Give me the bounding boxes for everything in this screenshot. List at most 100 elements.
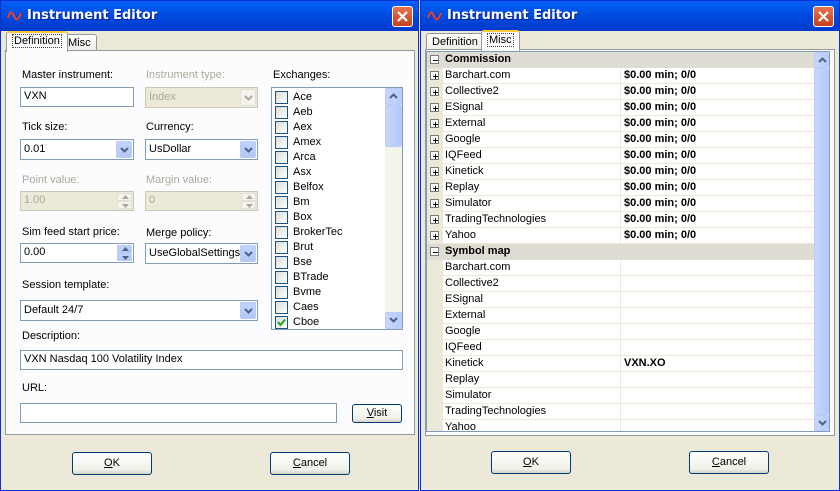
description-input[interactable]: VXN Nasdaq 100 Volatility Index [20, 350, 403, 370]
exchange-checkbox[interactable] [275, 271, 288, 284]
exchange-checkbox[interactable] [275, 316, 288, 329]
property-row[interactable]: IQFeed $0.00 min; 0/0 [427, 148, 814, 164]
point-value-spinner[interactable]: 1.00 [20, 191, 134, 211]
instrument-type-select[interactable]: Index [145, 87, 258, 108]
property-row[interactable]: TradingTechnologies $0.00 min; 0/0 [427, 212, 814, 228]
margin-value-spinner[interactable]: 0 [145, 191, 258, 211]
property-value[interactable]: $0.00 min; 0/0 [624, 101, 696, 113]
property-row[interactable]: ESignal [427, 292, 814, 308]
exchange-checkbox[interactable] [275, 151, 288, 164]
property-row[interactable]: Yahoo [427, 420, 814, 431]
close-button[interactable] [813, 6, 834, 27]
app-wave-icon [427, 11, 442, 21]
exchange-checkbox[interactable] [275, 181, 288, 194]
scroll-thumb[interactable] [814, 68, 829, 415]
property-row[interactable]: Google [427, 324, 814, 340]
expand-plus-icon [433, 186, 438, 191]
cancel-button[interactable]: Cancel [270, 452, 350, 475]
exchange-checkbox[interactable] [275, 301, 288, 314]
property-row[interactable]: External [427, 308, 814, 324]
property-value[interactable]: $0.00 min; 0/0 [624, 69, 696, 81]
master-instrument-input[interactable]: VXN [20, 87, 134, 107]
exchange-checkbox[interactable] [275, 241, 288, 254]
property-value[interactable]: VXN.XO [624, 357, 666, 369]
property-row[interactable]: Replay [427, 372, 814, 388]
tick-size-select[interactable]: 0.01 [20, 139, 134, 160]
exchange-checkbox[interactable] [275, 166, 288, 179]
expand-toggle[interactable] [430, 119, 439, 128]
property-row[interactable]: Simulator $0.00 min; 0/0 [427, 196, 814, 212]
cancel-button[interactable]: Cancel [689, 451, 769, 474]
exchange-checkbox[interactable] [275, 211, 288, 224]
title-bar[interactable]: Instrument Editor [1, 1, 418, 31]
expand-toggle[interactable] [430, 183, 439, 192]
property-row[interactable]: IQFeed [427, 340, 814, 356]
property-row[interactable]: External $0.00 min; 0/0 [427, 116, 814, 132]
category-header[interactable]: Commission [427, 52, 814, 68]
exchange-checkbox[interactable] [275, 121, 288, 134]
property-row[interactable]: Google $0.00 min; 0/0 [427, 132, 814, 148]
ok-button[interactable]: OK [491, 451, 571, 474]
scroll-down-button[interactable] [385, 312, 402, 329]
property-grid[interactable]: Commission Barchart.com $0.00 min; 0/0 Coll… [426, 51, 830, 432]
expand-toggle[interactable] [430, 87, 439, 96]
exchanges-list[interactable]: Ace Aeb Aex Amex Arca Asx Belfox Bm Box BrokerTec… [271, 87, 403, 330]
property-value[interactable]: $0.00 min; 0/0 [624, 149, 696, 161]
scroll-up-button[interactable] [814, 52, 829, 68]
property-value[interactable]: $0.00 min; 0/0 [624, 229, 696, 241]
close-button[interactable] [392, 6, 413, 27]
point-value-label: Point value: [22, 174, 80, 186]
exchange-checkbox[interactable] [275, 256, 288, 269]
session-template-select[interactable]: Default 24/7 [20, 300, 258, 321]
property-row[interactable]: Kinetick VXN.XO [427, 356, 814, 372]
collapse-toggle[interactable] [430, 55, 439, 64]
property-row[interactable]: ESignal $0.00 min; 0/0 [427, 100, 814, 116]
exchange-checkbox[interactable] [275, 91, 288, 104]
currency-select[interactable]: UsDollar [145, 139, 258, 160]
tab-definition[interactable]: Definition [6, 31, 68, 52]
property-row[interactable]: Collective2 [427, 276, 814, 292]
sim-feed-start-price-spinner[interactable]: 0.00 [20, 243, 134, 263]
scroll-up-button[interactable] [385, 88, 402, 105]
category-header[interactable]: Symbol map [427, 244, 814, 260]
property-grid-scrollbar[interactable] [814, 52, 829, 431]
expand-toggle[interactable] [430, 199, 439, 208]
title-bar[interactable]: Instrument Editor [421, 1, 839, 31]
property-row[interactable]: TradingTechnologies [427, 404, 814, 420]
scroll-thumb[interactable] [385, 105, 402, 147]
expand-toggle[interactable] [430, 215, 439, 224]
expand-toggle[interactable] [430, 151, 439, 160]
property-value[interactable]: $0.00 min; 0/0 [624, 117, 696, 129]
scroll-down-button[interactable] [814, 415, 829, 431]
property-value[interactable]: $0.00 min; 0/0 [624, 165, 696, 177]
merge-policy-select[interactable]: UseGlobalSettings [145, 243, 258, 264]
property-row[interactable]: Barchart.com $0.00 min; 0/0 [427, 68, 814, 84]
property-row[interactable]: Barchart.com [427, 260, 814, 276]
tab-misc[interactable]: Misc [481, 30, 520, 51]
exchange-checkbox[interactable] [275, 106, 288, 119]
property-value[interactable]: $0.00 min; 0/0 [624, 133, 696, 145]
expand-toggle[interactable] [430, 231, 439, 240]
property-row[interactable]: Yahoo $0.00 min; 0/0 [427, 228, 814, 244]
visit-button[interactable]: Visit [352, 404, 402, 423]
exchanges-scrollbar[interactable] [385, 88, 402, 329]
exchange-checkbox[interactable] [275, 136, 288, 149]
ok-button[interactable]: OK [72, 452, 152, 475]
property-value[interactable]: $0.00 min; 0/0 [624, 197, 696, 209]
expand-toggle[interactable] [430, 71, 439, 80]
property-row[interactable]: Kinetick $0.00 min; 0/0 [427, 164, 814, 180]
property-row[interactable]: Collective2 $0.00 min; 0/0 [427, 84, 814, 100]
exchange-checkbox[interactable] [275, 226, 288, 239]
expand-toggle[interactable] [430, 167, 439, 176]
collapse-toggle[interactable] [430, 247, 439, 256]
exchange-checkbox[interactable] [275, 286, 288, 299]
expand-toggle[interactable] [430, 135, 439, 144]
property-row[interactable]: Simulator [427, 388, 814, 404]
property-row[interactable]: Replay $0.00 min; 0/0 [427, 180, 814, 196]
url-input[interactable] [20, 403, 337, 423]
property-value[interactable]: $0.00 min; 0/0 [624, 85, 696, 97]
exchange-checkbox[interactable] [275, 196, 288, 209]
property-value[interactable]: $0.00 min; 0/0 [624, 213, 696, 225]
property-value[interactable]: $0.00 min; 0/0 [624, 181, 696, 193]
expand-toggle[interactable] [430, 103, 439, 112]
